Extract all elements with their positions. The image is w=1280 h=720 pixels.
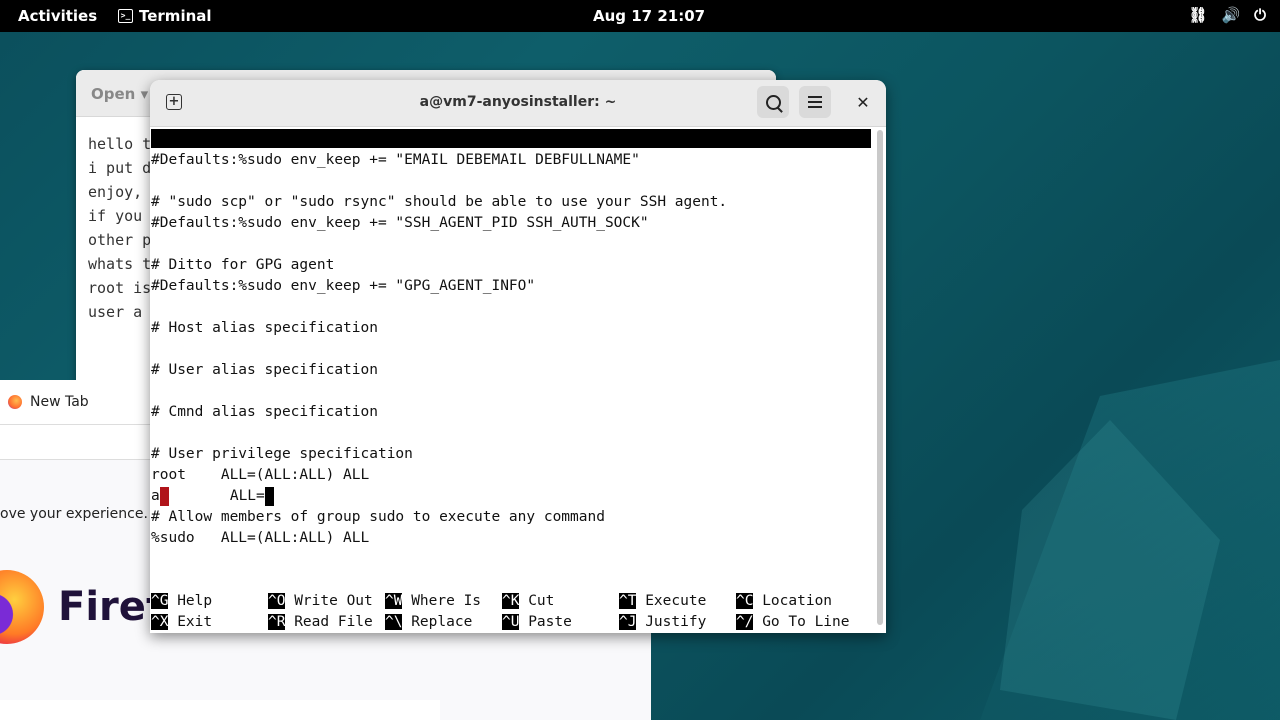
editor-line: enjoy, (88, 183, 143, 201)
shortcut-key: ^W (385, 593, 403, 609)
nano-line: # User privilege specification (151, 446, 413, 462)
editor-line: whats t (88, 255, 152, 273)
shortcut-label: Help (177, 593, 213, 609)
editor-text[interactable]: hello t i put d enjoy, if you other p whats t… (88, 132, 151, 324)
shortcut-help: ^G Help (151, 591, 212, 612)
edit-line-user: a (151, 488, 160, 504)
shortcut-label: Replace (411, 614, 473, 630)
volume-icon: 🔊 (1221, 6, 1241, 24)
shortcut-key: ^X (151, 614, 169, 630)
nano-line: # Ditto for GPG agent (151, 257, 335, 273)
tab-label: New Tab (30, 394, 89, 410)
shortcut-execute: ^T Execute (619, 591, 706, 612)
firefox-wordmark: Firef (58, 584, 164, 630)
editor-line: root is (88, 279, 152, 297)
notification-text: ove your experience. (0, 506, 148, 522)
shortcut-read-file: ^R Read File (268, 612, 373, 633)
shortcut-cut: ^K Cut (502, 591, 554, 612)
network-icon: ⛓ (1188, 6, 1208, 24)
system-tray[interactable]: ⛓ 🔊 ⏻ (1188, 6, 1266, 24)
firefox-logo-icon (0, 570, 44, 644)
shortcut-replace: ^\ Replace (385, 612, 472, 633)
top-bar: Activities >_ Terminal Aug 17 21:07 ⛓ 🔊 … (0, 0, 1280, 32)
shortcut-label: Write Out (294, 593, 373, 609)
shortcut-label: Paste (528, 614, 572, 630)
power-icon: ⏻ (1254, 6, 1266, 24)
firefox-icon (8, 395, 22, 409)
search-icon (765, 94, 781, 110)
shortcut-key: ^U (502, 614, 520, 630)
nano-line: # Cmnd alias specification (151, 404, 378, 420)
terminal-header: + a@vm7-anyosinstaller: ~ ✕ (150, 80, 886, 127)
nano-line: #Defaults:%sudo env_keep += "GPG_AGENT_I… (151, 278, 536, 294)
close-button[interactable]: ✕ (847, 86, 879, 118)
shortcut-key: ^C (736, 593, 754, 609)
nano-line: %sudo ALL=(ALL:ALL) ALL (151, 530, 370, 546)
shortcut-key: ^T (619, 593, 637, 609)
editor-line: other p (88, 231, 152, 249)
shortcut-key: ^/ (736, 614, 754, 630)
edit-line-rest: ALL= (168, 488, 265, 504)
shortcut-label: Cut (528, 593, 555, 609)
shortcut-label: Go To Line (762, 614, 850, 630)
editor-line: hello t (88, 135, 152, 153)
shortcut-label: Read File (294, 614, 373, 630)
shortcut-label: Execute (645, 593, 707, 609)
nano-line: root ALL=(ALL:ALL) ALL (151, 467, 370, 483)
shortcut-key: ^\ (385, 614, 403, 630)
shortcut-key: ^K (502, 593, 520, 609)
shortcut-key: ^R (268, 614, 286, 630)
nano-line: #Defaults:%sudo env_keep += "EMAIL DEBEM… (151, 152, 640, 168)
shortcut-location: ^C Location (736, 591, 832, 612)
selection-marker (159, 486, 169, 506)
app-menu[interactable]: >_ Terminal (118, 7, 212, 25)
shortcut-label: Location (762, 593, 833, 609)
app-name: Terminal (139, 7, 212, 25)
search-button[interactable] (757, 86, 789, 118)
nano-line: # "sudo scp" or "sudo rsync" should be a… (151, 194, 728, 210)
shortcut-key: ^G (151, 593, 169, 609)
shortcut-label: Where Is (411, 593, 482, 609)
shortcut-justify: ^J Justify (619, 612, 706, 633)
hamburger-icon (808, 101, 822, 103)
nano-line: # Host alias specification (151, 320, 378, 336)
editing-line[interactable]: a ALL= (151, 486, 274, 507)
nano-line: #Defaults:%sudo env_keep += "SSH_AGENT_P… (151, 215, 649, 231)
open-button[interactable]: Open ▾ (91, 85, 148, 103)
tab-new-tab[interactable]: New Tab (0, 380, 150, 424)
clock[interactable]: Aug 17 21:07 (593, 7, 705, 25)
shortcut-where-is: ^W Where Is (385, 591, 481, 612)
terminal-icon: >_ (118, 9, 133, 23)
nano-title-bar: GNU nano 7.2 /etc/sudoers * (151, 129, 871, 184)
shortcut-paste: ^U Paste (502, 612, 572, 633)
terminal-window[interactable]: + a@vm7-anyosinstaller: ~ ✕ GNU nano 7.2… (150, 80, 886, 633)
nano-line: # Allow members of group sudo to execute… (151, 509, 605, 525)
editor-line: user a (88, 303, 143, 321)
nano-editor[interactable]: GNU nano 7.2 /etc/sudoers * #Defaults:%s… (150, 128, 872, 633)
editor-line: i put d (88, 159, 152, 177)
text-cursor (264, 486, 274, 506)
shortcut-write-out: ^O Write Out (268, 591, 373, 612)
nano-line: # User alias specification (151, 362, 378, 378)
search-box[interactable] (0, 700, 440, 720)
shortcut-label: Exit (177, 614, 213, 630)
scrollbar[interactable] (877, 130, 883, 625)
menu-button[interactable] (799, 86, 831, 118)
shortcut-key: ^O (268, 593, 286, 609)
close-icon: ✕ (856, 92, 870, 112)
shortcut-exit: ^X Exit (151, 612, 212, 633)
shortcut-key: ^J (619, 614, 637, 630)
editor-line: if you (88, 207, 143, 225)
shortcut-go-to-line: ^/ Go To Line (736, 612, 850, 633)
shortcut-label: Justify (645, 614, 707, 630)
activities-button[interactable]: Activities (18, 7, 97, 25)
